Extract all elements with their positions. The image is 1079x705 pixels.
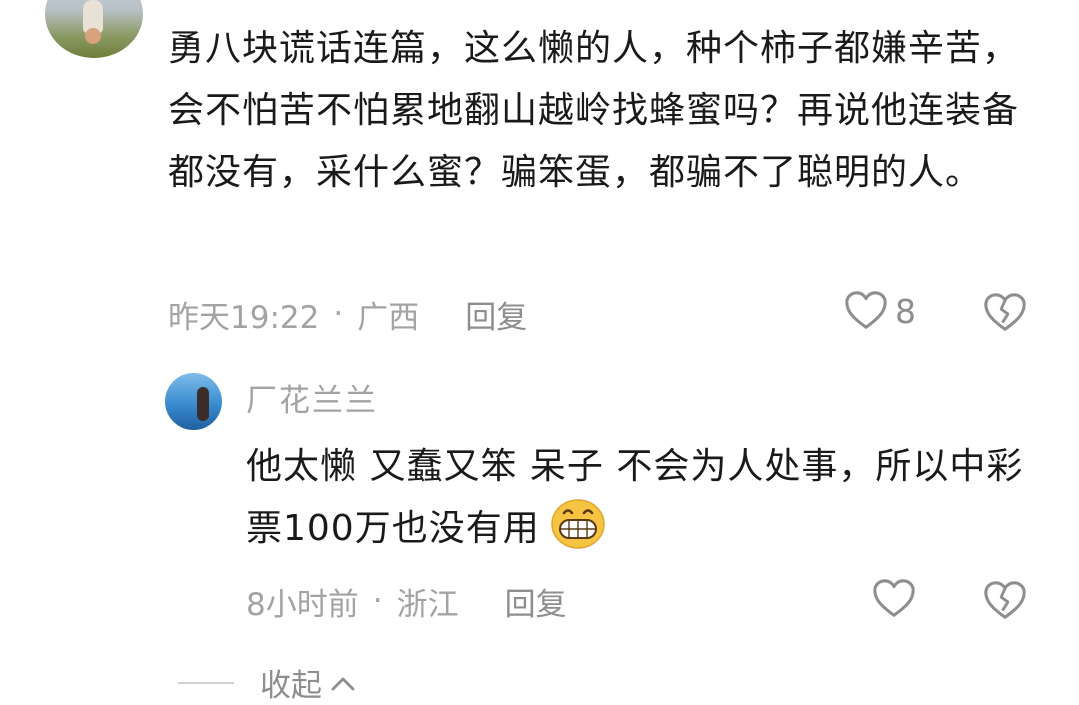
reply-body: 他太懒 又蠢又笨 呆子 不会为人处事，所以中彩票100万也没有用: [246, 436, 1046, 560]
reply-time: 8小时前: [246, 586, 359, 623]
avatar-figure: [197, 387, 209, 421]
divider: [178, 681, 234, 684]
reply-button[interactable]: 回复: [465, 292, 527, 337]
comment-time: 昨天19:22: [168, 299, 320, 336]
like-button[interactable]: 8: [843, 288, 916, 334]
comment-meta: 昨天19:22 · 广西 回复: [168, 290, 527, 338]
collapse-replies-button[interactable]: 收起: [178, 660, 356, 705]
comment-avatar[interactable]: [45, 0, 143, 58]
heart-outline-icon: [845, 291, 887, 329]
reply-text: 他太懒 又蠢又笨 呆子 不会为人处事，所以中彩票100万也没有用: [246, 446, 1024, 549]
reply-username[interactable]: 厂花兰兰: [246, 375, 378, 420]
like-count: 8: [895, 291, 916, 331]
reply-location: 浙江: [396, 586, 459, 623]
heart-outline-icon[interactable]: [871, 576, 917, 622]
broken-heart-icon[interactable]: [981, 578, 1029, 624]
reply-reply-button[interactable]: 回复: [505, 579, 567, 624]
chevron-up-icon: [331, 677, 355, 690]
reply-avatar[interactable]: [165, 373, 222, 430]
collapse-label: 收起: [260, 668, 322, 704]
meta-separator: ·: [333, 296, 344, 332]
broken-heart-icon[interactable]: [981, 290, 1029, 336]
grinning-face-emoji: [550, 499, 605, 549]
reply-meta: 8小时前 · 浙江 回复: [246, 577, 567, 625]
comment-location: 广西: [357, 299, 420, 336]
comment-text: 勇八块谎话连篇，这么懒的人，种个柿子都嫌辛苦，会不怕苦不怕累地翻山越岭找蜂蜜吗？…: [168, 28, 1020, 193]
meta-separator: ·: [372, 583, 383, 619]
avatar-face: [85, 28, 101, 44]
